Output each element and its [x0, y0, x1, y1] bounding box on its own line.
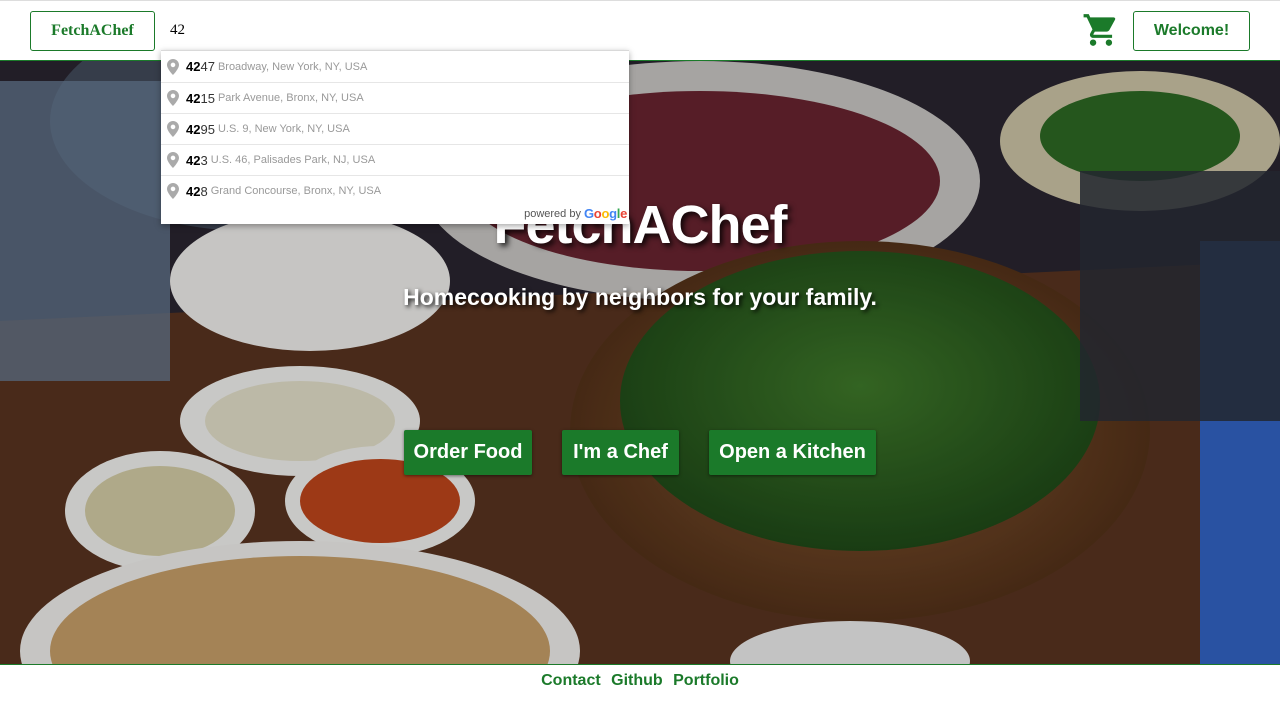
suggestion-address: U.S. 46, Palisades Park, NJ, USA: [210, 154, 376, 166]
suggestion-address: U.S. 9, New York, NY, USA: [217, 123, 350, 135]
open-a-kitchen-button[interactable]: Open a Kitchen: [709, 430, 876, 475]
suggestion-match: 42: [186, 121, 201, 137]
map-pin-icon: [167, 90, 179, 106]
suggestion-number-rest: 47: [200, 59, 215, 74]
map-pin-icon: [167, 58, 179, 75]
suggestion-number-rest: 15: [200, 90, 215, 106]
map-pin-icon: [167, 152, 179, 168]
welcome-button[interactable]: Welcome!: [1133, 11, 1250, 51]
suggestion-address: Broadway, New York, NY, USA: [217, 60, 368, 73]
suggestion-number-rest: 8: [200, 183, 208, 199]
autocomplete-suggestion[interactable]: 4215 Park Avenue, Bronx, NY, USA: [161, 82, 629, 113]
footer-links: Contact Github Portfolio: [0, 672, 1280, 690]
google-logo: Google: [583, 206, 627, 221]
autocomplete-suggestion[interactable]: 423 U.S. 46, Palisades Park, NJ, USA: [161, 144, 629, 175]
suggestion-number-rest: 3: [200, 152, 208, 168]
map-pin-icon: [167, 183, 179, 199]
address-search-input[interactable]: [162, 11, 644, 49]
suggestion-address: Park Avenue, Bronx, NY, USA: [217, 92, 364, 104]
powered-by-label: powered by: [524, 207, 581, 220]
footer-link-contact[interactable]: Contact: [541, 672, 601, 689]
suggestion-match: 42: [186, 152, 201, 168]
suggestion-number-rest: 95: [200, 121, 215, 137]
footer-link-portfolio[interactable]: Portfolio: [673, 672, 739, 689]
map-pin-icon: [167, 121, 179, 137]
powered-by-google: powered by Google: [524, 206, 627, 221]
shopping-cart-icon[interactable]: [1082, 11, 1120, 49]
brand-button[interactable]: FetchAChef: [30, 11, 155, 51]
suggestion-match: 42: [186, 90, 201, 106]
address-autocomplete-dropdown: 4247 Broadway, New York, NY, USA 4215 Pa…: [161, 50, 629, 224]
suggestion-match: 42: [186, 59, 201, 74]
footer-link-github[interactable]: Github: [611, 672, 663, 689]
autocomplete-suggestion[interactable]: 4295 U.S. 9, New York, NY, USA: [161, 113, 629, 144]
suggestion-match: 42: [186, 183, 201, 199]
suggestion-address: Grand Concourse, Bronx, NY, USA: [210, 185, 382, 197]
order-food-button[interactable]: Order Food: [404, 430, 532, 475]
hero-subtitle: Homecooking by neighbors for your family…: [403, 284, 877, 310]
autocomplete-suggestion[interactable]: 428 Grand Concourse, Bronx, NY, USA: [161, 175, 629, 206]
autocomplete-suggestion[interactable]: 4247 Broadway, New York, NY, USA: [161, 51, 629, 82]
im-a-chef-button[interactable]: I'm a Chef: [562, 430, 679, 475]
footer: Contact Github Portfolio: [0, 664, 1280, 727]
